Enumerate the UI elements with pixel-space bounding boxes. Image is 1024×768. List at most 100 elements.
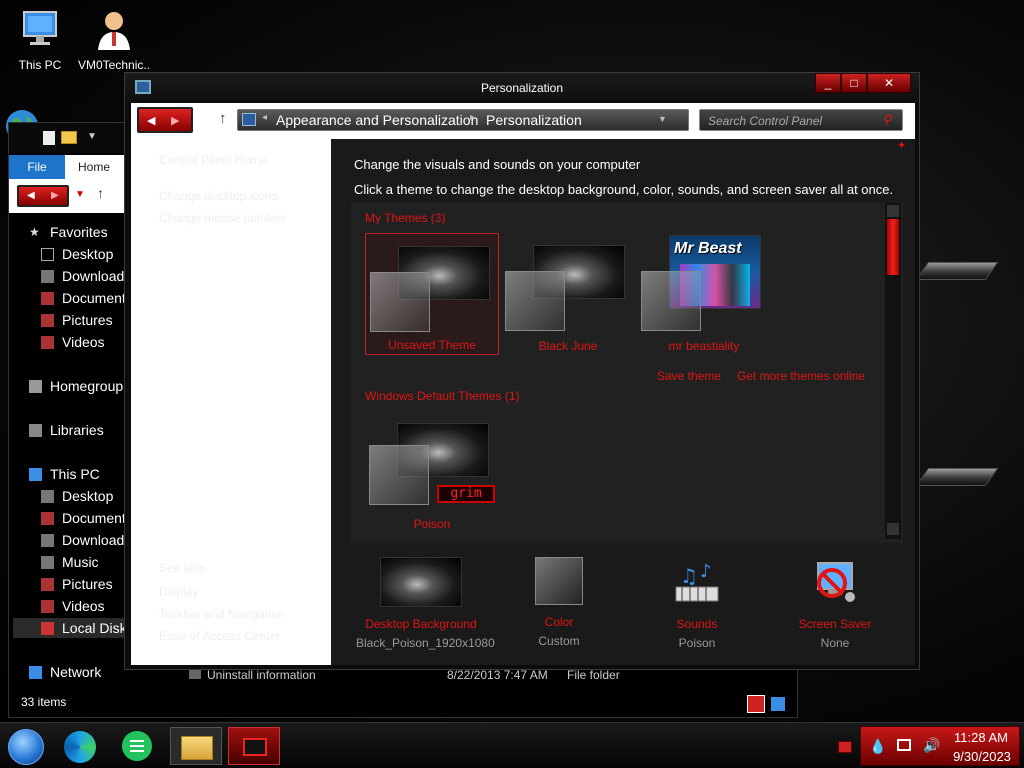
taskbar-sheets[interactable] xyxy=(112,727,162,765)
link-taskbar-navigation[interactable]: Taskbar and Navigation xyxy=(159,607,284,621)
tree-label: Pictures xyxy=(62,312,113,328)
chevron-down-icon[interactable]: ▼ xyxy=(87,131,97,142)
tree-homegroup[interactable]: Homegroup xyxy=(29,376,139,396)
personalize-icon xyxy=(243,738,267,756)
theme-tile-black-june[interactable]: Black June xyxy=(501,233,635,355)
tree-label: Pictures xyxy=(62,576,113,592)
taskbar: 💧 🔊 11:28 AM 9/30/2023 xyxy=(0,722,1024,768)
arrow-left-icon: ◀ xyxy=(27,190,35,201)
scroll-up-arrow[interactable] xyxy=(887,205,899,217)
link-get-more-themes[interactable]: Get more themes online xyxy=(737,369,865,383)
dropdown-arrow-icon[interactable]: ▼ xyxy=(75,189,85,200)
search-input[interactable]: Search Control Panel ⚲ xyxy=(699,109,903,131)
no-screen-saver-icon xyxy=(810,557,860,607)
tree-label: Homegroup xyxy=(50,378,124,394)
scroll-down-arrow[interactable] xyxy=(887,523,899,535)
close-button[interactable]: ✕ xyxy=(867,73,911,93)
tree-label: This PC xyxy=(50,466,100,482)
theme-tile-mr-beastiality[interactable]: Mr Beast mr beastiality xyxy=(637,233,771,355)
color-swatch xyxy=(535,557,583,605)
taskbar-file-explorer[interactable] xyxy=(170,727,222,765)
color-setting[interactable]: Color Custom xyxy=(494,557,624,648)
ribbon-file-tab[interactable]: File xyxy=(9,155,65,179)
desktop-icon-label: This PC xyxy=(18,58,62,72)
link-display[interactable]: Display xyxy=(159,585,198,599)
tree-label: Favorites xyxy=(50,224,108,240)
ribbon-home-tab[interactable]: Home xyxy=(65,155,123,179)
theme-tile-unsaved[interactable]: Unsaved Theme xyxy=(365,233,499,355)
back-forward-button[interactable]: ◀ ▶ xyxy=(137,107,193,133)
taskbar-edge[interactable] xyxy=(56,727,106,765)
tree-label: Downloads xyxy=(62,532,132,548)
window-titlebar[interactable]: Personalization _ □ ✕ xyxy=(125,73,919,103)
tree-label: Documents xyxy=(62,290,133,306)
system-tray: 💧 🔊 11:28 AM 9/30/2023 xyxy=(860,726,1020,766)
clock-time[interactable]: 11:28 AM xyxy=(949,730,1013,745)
libraries-icon xyxy=(29,423,42,437)
breadcrumb-separator: ▸ xyxy=(470,112,476,123)
breadcrumb-appearance[interactable]: Appearance and Personalization xyxy=(276,112,478,128)
videos-icon xyxy=(41,599,54,613)
desktop-icon xyxy=(41,247,54,261)
explorer-nav-bar: ◀ ▶ ▼ ↑ xyxy=(9,179,131,213)
arrow-up-icon[interactable]: ↑ xyxy=(97,185,104,201)
start-button[interactable] xyxy=(2,727,52,765)
folder-icon xyxy=(181,736,213,760)
scrollbar-thumb[interactable] xyxy=(887,219,899,275)
sounds-setting[interactable]: ♫ ♪ Sounds Poison xyxy=(632,557,762,650)
setting-name: Desktop Background xyxy=(365,617,477,631)
address-bar[interactable]: ◂ Appearance and Personalization ▸ Perso… xyxy=(237,109,689,131)
tree-favorites[interactable]: ★ Favorites xyxy=(29,222,139,242)
search-placeholder: Search Control Panel xyxy=(708,114,823,128)
chevron-down-icon[interactable]: ▼ xyxy=(658,114,667,124)
minimize-button[interactable]: _ xyxy=(815,73,841,93)
setting-name: Screen Saver xyxy=(798,617,872,631)
clock-date[interactable]: 9/30/2023 xyxy=(947,749,1017,764)
screen-saver-setting[interactable]: Screen Saver None xyxy=(770,557,900,650)
breadcrumb-personalization[interactable]: Personalization xyxy=(486,112,582,128)
link-change-mouse-pointers[interactable]: Change mouse pointers xyxy=(159,211,286,225)
details-view-button[interactable] xyxy=(747,695,765,713)
tree-label: Documents xyxy=(62,510,133,526)
large-icons-view-button[interactable] xyxy=(771,697,785,711)
navigation-bar: ◀ ▶ ↑ ◂ Appearance and Personalization ▸… xyxy=(131,103,915,139)
theme-art-title: Mr Beast xyxy=(674,240,742,257)
desktop-icon-vm0technic[interactable]: VM0Technic... xyxy=(78,8,150,72)
flag-icon[interactable] xyxy=(838,741,852,753)
desktop-background-setting[interactable]: Desktop Background Black_Poison_1920x108… xyxy=(356,557,495,650)
arrow-up-icon[interactable]: ↑ xyxy=(219,110,227,127)
downloads-icon xyxy=(41,269,54,283)
link-change-desktop-icons[interactable]: Change desktop icons xyxy=(159,189,278,203)
desktop-icon-this-pc[interactable]: This PC xyxy=(4,8,76,72)
personalization-window[interactable]: Personalization _ □ ✕ ◀ ▶ ↑ ◂ Appearance… xyxy=(124,72,920,670)
drop-icon[interactable]: 💧 xyxy=(869,738,886,755)
link-ease-of-access[interactable]: Ease of Access Center xyxy=(159,629,280,643)
group-default-themes: Windows Default Themes (1) xyxy=(365,389,520,403)
tree-this-pc[interactable]: This PC xyxy=(29,464,139,484)
arrow-right-icon: ▶ xyxy=(171,115,180,127)
volume-icon[interactable]: 🔊 xyxy=(923,737,940,754)
help-icon[interactable]: ✦ xyxy=(897,139,906,152)
link-control-panel-home[interactable]: Control Panel Home xyxy=(159,153,267,167)
link-save-theme[interactable]: Save theme xyxy=(657,369,721,383)
maximize-button[interactable]: □ xyxy=(841,73,867,93)
theme-tile-poison[interactable]: grim Poison xyxy=(365,411,499,533)
taskbar-personalization[interactable] xyxy=(228,727,280,765)
videos-icon xyxy=(41,335,54,349)
theme-name: Unsaved Theme xyxy=(388,338,476,352)
theme-gallery: My Themes (3) Unsaved Theme Black June M… xyxy=(351,203,903,543)
setting-value: None xyxy=(820,636,850,650)
doc-icon xyxy=(43,131,55,145)
control-panel-icon xyxy=(135,80,151,94)
music-notes-icon: ♫ ♪ xyxy=(672,557,722,607)
tree-libraries[interactable]: Libraries xyxy=(29,420,139,440)
tree-network[interactable]: Network xyxy=(29,662,139,682)
network-icon[interactable] xyxy=(897,739,911,751)
svg-text:♫: ♫ xyxy=(680,564,698,588)
monitor-icon xyxy=(18,8,62,52)
page-subheading: Click a theme to change the desktop back… xyxy=(354,182,894,197)
tree-local-disk[interactable]: Local Disk ( xyxy=(13,618,135,638)
back-forward-button[interactable]: ◀ ▶ xyxy=(17,185,69,207)
folder-icon xyxy=(61,131,77,144)
gallery-scrollbar[interactable] xyxy=(885,203,901,539)
